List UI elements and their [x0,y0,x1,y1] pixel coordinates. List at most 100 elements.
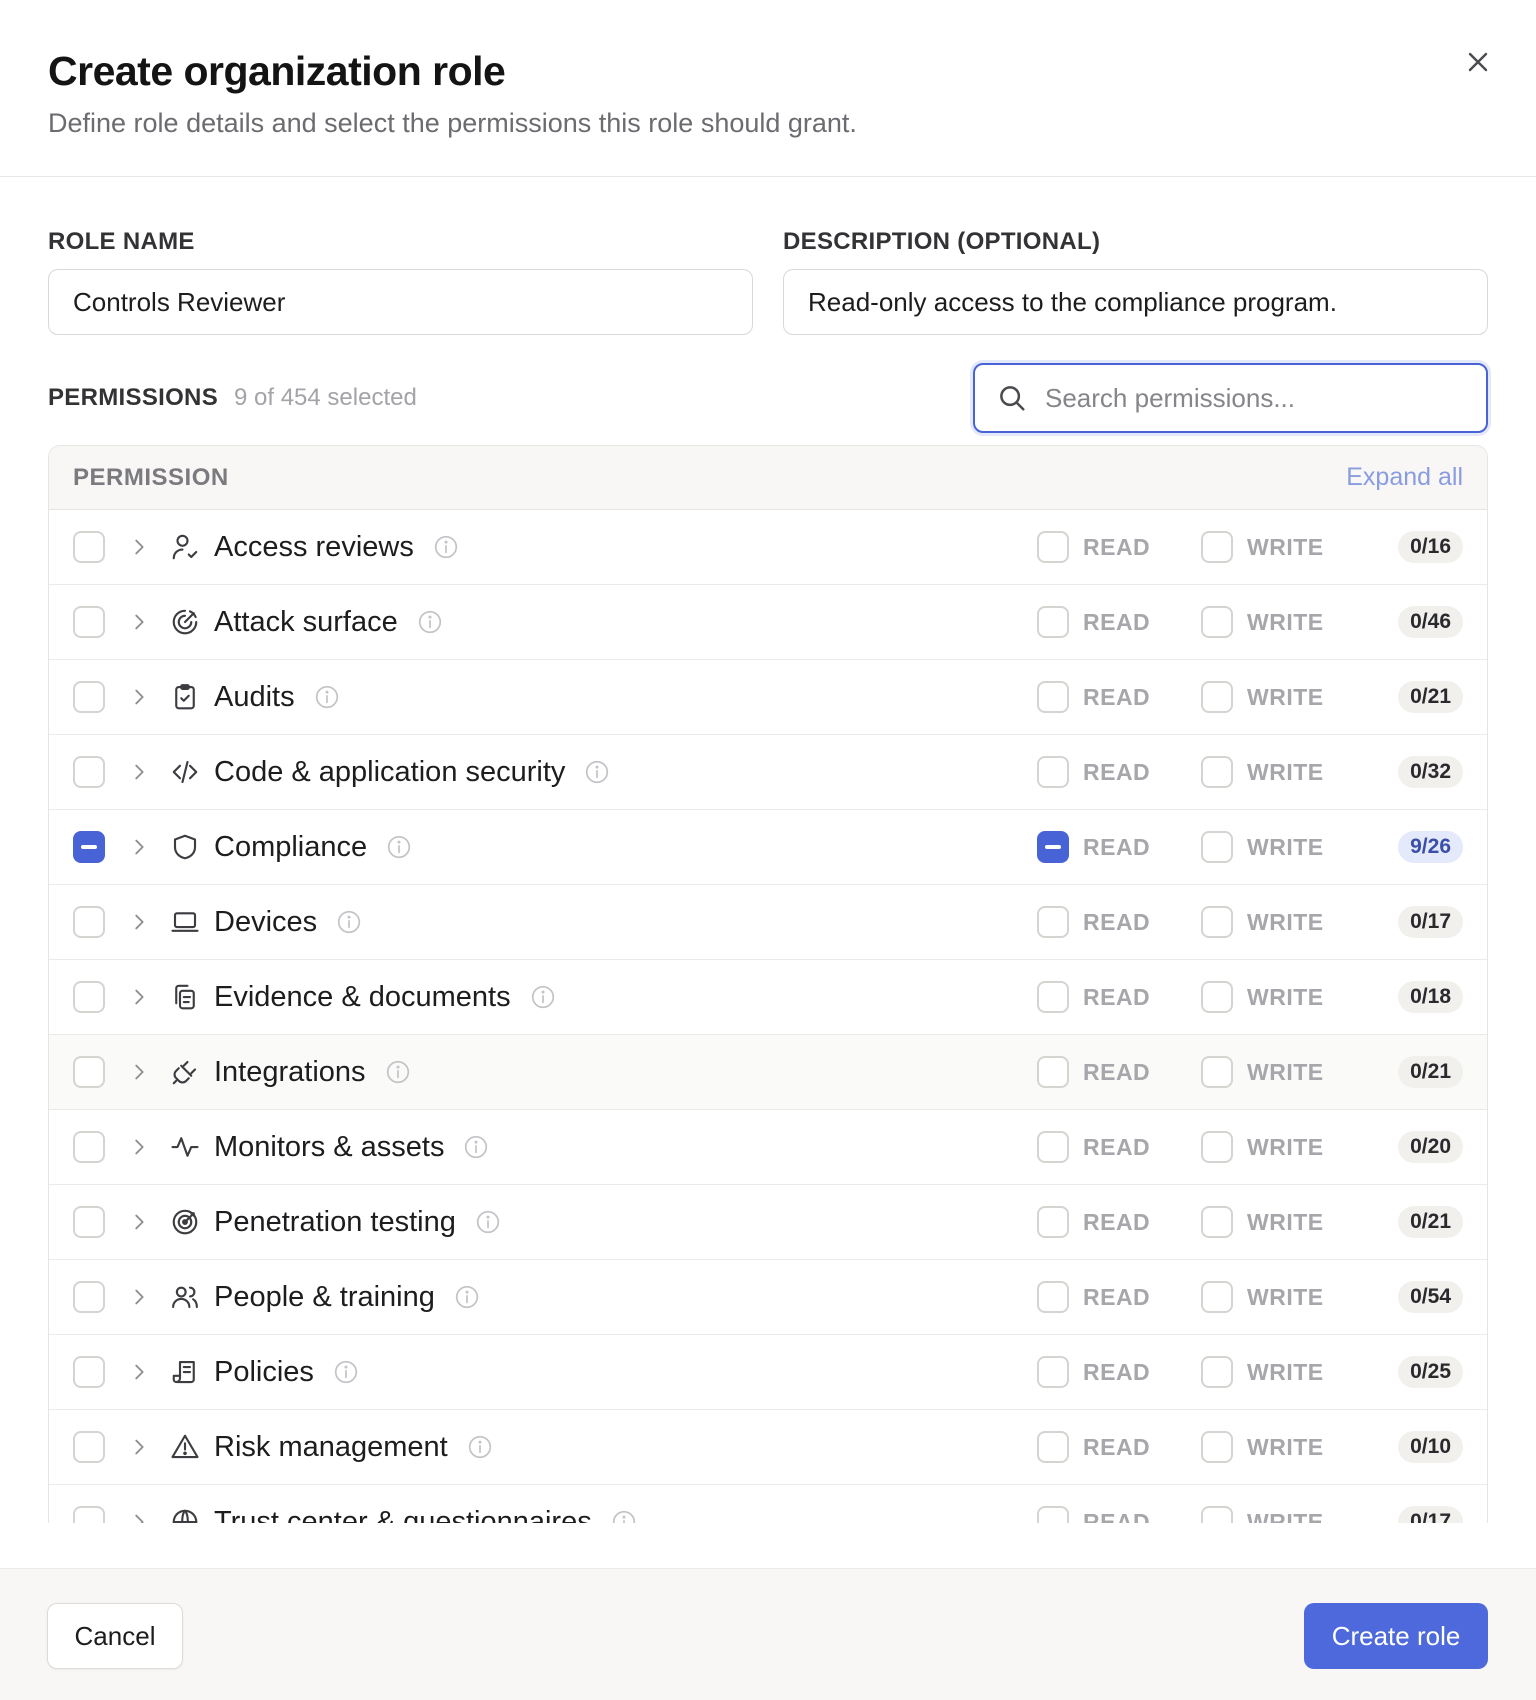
permission-row[interactable]: Policies READ WRITE 0/25 [49,1335,1487,1410]
permission-row[interactable]: People & training READ WRITE 0/54 [49,1260,1487,1335]
permission-row[interactable]: Attack surface READ WRITE 0/46 [49,585,1487,660]
write-checkbox[interactable] [1201,906,1233,938]
write-label: WRITE [1247,1133,1324,1160]
info-button[interactable] [332,1358,360,1386]
permissions-heading: PERMISSIONS 9 of 454 selected [48,384,417,412]
target-icon [172,1209,198,1235]
info-button[interactable] [474,1208,502,1236]
row-select-checkbox[interactable] [73,681,105,713]
permission-row[interactable]: Evidence & documents READ WRITE 0/18 [49,960,1487,1035]
row-select-checkbox[interactable] [73,531,105,563]
info-button[interactable] [583,758,611,786]
permission-count-badge: 0/21 [1398,1056,1463,1088]
info-button[interactable] [529,983,557,1011]
expand-row-button[interactable] [122,530,156,564]
expand-row-button[interactable] [122,980,156,1014]
read-checkbox[interactable] [1037,1356,1069,1388]
row-select-checkbox[interactable] [73,606,105,638]
read-checkbox[interactable] [1037,606,1069,638]
dialog-header: Create organization role Define role det… [0,0,1536,177]
permission-row[interactable]: Devices READ WRITE 0/17 [49,885,1487,960]
row-select-checkbox[interactable] [73,1356,105,1388]
read-checkbox[interactable] [1037,1131,1069,1163]
read-checkbox[interactable] [1037,1281,1069,1313]
write-checkbox[interactable] [1201,1281,1233,1313]
role-name-input[interactable] [48,269,753,335]
expand-row-button[interactable] [122,605,156,639]
row-select-checkbox[interactable] [73,1206,105,1238]
row-select-checkbox[interactable] [73,1506,105,1523]
expand-row-button[interactable] [122,1280,156,1314]
info-button[interactable] [384,1058,412,1086]
write-checkbox[interactable] [1201,1431,1233,1463]
read-checkbox[interactable] [1037,1506,1069,1523]
permission-name: People & training [214,1280,435,1313]
write-checkbox[interactable] [1201,1506,1233,1523]
read-checkbox[interactable] [1037,1431,1069,1463]
row-select-checkbox[interactable] [73,1431,105,1463]
expand-row-button[interactable] [122,1130,156,1164]
expand-row-button[interactable] [122,1055,156,1089]
chevron-right-icon [135,1439,144,1455]
permission-row[interactable]: Compliance READ WRITE 9/26 [49,810,1487,885]
read-checkbox[interactable] [1037,531,1069,563]
write-checkbox[interactable] [1201,1056,1233,1088]
info-button[interactable] [313,683,341,711]
write-checkbox[interactable] [1201,981,1233,1013]
row-select-checkbox[interactable] [73,981,105,1013]
cancel-button[interactable]: Cancel [47,1603,183,1669]
write-checkbox[interactable] [1201,531,1233,563]
write-checkbox[interactable] [1201,1206,1233,1238]
write-checkbox[interactable] [1201,1131,1233,1163]
info-button[interactable] [432,533,460,561]
info-button[interactable] [335,908,363,936]
write-checkbox[interactable] [1201,1356,1233,1388]
read-checkbox[interactable] [1037,981,1069,1013]
row-select-checkbox[interactable] [73,1281,105,1313]
expand-row-button[interactable] [122,1355,156,1389]
row-select-checkbox[interactable] [73,1056,105,1088]
permission-row[interactable]: Code & application security READ WRITE 0/32 [49,735,1487,810]
read-checkbox[interactable] [1037,1206,1069,1238]
expand-row-button[interactable] [122,1205,156,1239]
read-checkbox[interactable] [1037,1056,1069,1088]
info-button[interactable] [466,1433,494,1461]
permission-row[interactable]: Integrations READ WRITE 0/21 [49,1035,1487,1110]
permission-row[interactable]: Trust center & questionnaires READ WRITE 0/… [49,1485,1487,1523]
row-select-checkbox[interactable] [73,831,105,863]
expand-row-button[interactable] [122,830,156,864]
permission-search-input[interactable] [1045,382,1464,414]
permission-row[interactable]: Risk management READ WRITE 0/10 [49,1410,1487,1485]
write-checkbox[interactable] [1201,756,1233,788]
row-select-checkbox[interactable] [73,1131,105,1163]
info-button[interactable] [416,608,444,636]
expand-all-link[interactable]: Expand all [1346,463,1463,492]
close-button[interactable] [1456,40,1500,84]
info-button[interactable] [462,1133,490,1161]
expand-row-button[interactable] [122,1505,156,1523]
expand-row-button[interactable] [122,755,156,789]
write-checkbox[interactable] [1201,681,1233,713]
create-role-button[interactable]: Create role [1304,1603,1488,1669]
info-button[interactable] [385,833,413,861]
permission-row[interactable]: Access reviews READ WRITE 0/16 [49,510,1487,585]
read-label: READ [1083,833,1151,860]
write-checkbox[interactable] [1201,831,1233,863]
read-checkbox[interactable] [1037,756,1069,788]
expand-row-button[interactable] [122,905,156,939]
info-button[interactable] [610,1508,638,1523]
row-select-checkbox[interactable] [73,756,105,788]
permission-search-box[interactable] [973,363,1488,433]
permission-row[interactable]: Penetration testing READ WRITE 0/21 [49,1185,1487,1260]
description-input[interactable] [783,269,1488,335]
read-checkbox[interactable] [1037,831,1069,863]
read-checkbox[interactable] [1037,681,1069,713]
expand-row-button[interactable] [122,680,156,714]
info-button[interactable] [453,1283,481,1311]
row-select-checkbox[interactable] [73,906,105,938]
permission-row[interactable]: Audits READ WRITE 0/21 [49,660,1487,735]
permission-row[interactable]: Monitors & assets READ WRITE 0/20 [49,1110,1487,1185]
write-checkbox[interactable] [1201,606,1233,638]
read-checkbox[interactable] [1037,906,1069,938]
expand-row-button[interactable] [122,1430,156,1464]
